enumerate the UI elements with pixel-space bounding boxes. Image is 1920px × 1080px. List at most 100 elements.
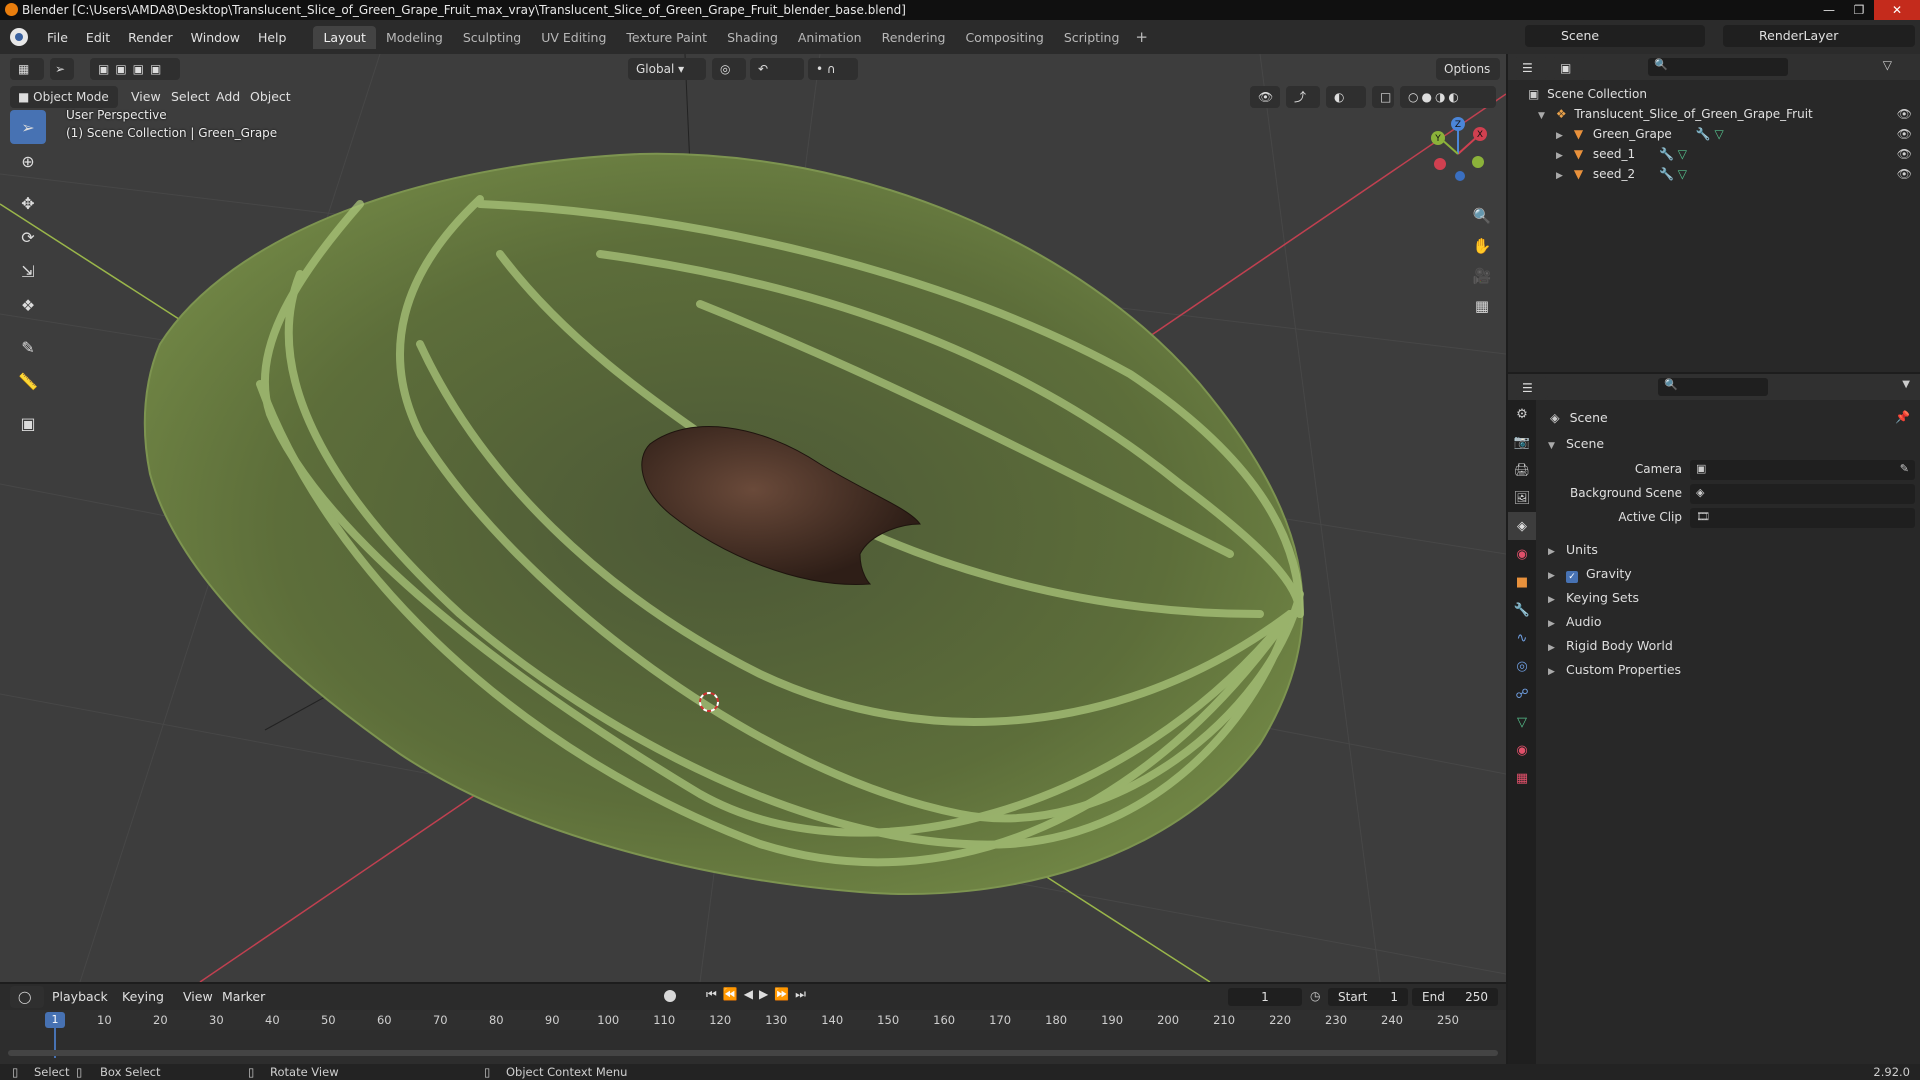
tab-sculpting[interactable]: Sculpting bbox=[453, 26, 531, 49]
outliner-search-field[interactable]: 🔍 bbox=[1648, 58, 1788, 76]
tab-rendering[interactable]: Rendering bbox=[872, 26, 956, 49]
add-workspace-icon[interactable]: + bbox=[1135, 28, 1148, 46]
outliner-row-collection[interactable]: ▼ ❖ Translucent_Slice_of_Green_Grape_Fru… bbox=[1508, 104, 1920, 124]
proportional-edit-button[interactable]: • ∩ bbox=[808, 58, 858, 80]
gravity-panel[interactable]: ▶ ✓ Gravity bbox=[1540, 562, 1920, 586]
tab-scripting[interactable]: Scripting bbox=[1054, 26, 1130, 49]
pivot-dropdown[interactable]: ◎ bbox=[712, 58, 746, 80]
cursor-tool-icon[interactable]: ⊕ bbox=[10, 144, 46, 178]
menu-playback[interactable]: Playback bbox=[52, 986, 108, 1008]
tab-modeling[interactable]: Modeling bbox=[376, 26, 453, 49]
scale-tool-icon[interactable]: ⇲ bbox=[10, 254, 46, 288]
output-tab-icon[interactable]: 🖨 bbox=[1508, 456, 1536, 484]
tab-compositing[interactable]: Compositing bbox=[955, 26, 1053, 49]
world-tab-icon[interactable]: ◉ bbox=[1508, 540, 1536, 568]
custom-properties-panel[interactable]: ▶ Custom Properties bbox=[1540, 658, 1920, 682]
annotate-tool-icon[interactable]: ✎ bbox=[10, 330, 46, 364]
object-tab-icon[interactable]: ■ bbox=[1508, 568, 1536, 596]
add-cube-tool-icon[interactable]: ▣ bbox=[10, 406, 46, 440]
menu-add[interactable]: Add bbox=[216, 86, 240, 108]
tab-animation[interactable]: Animation bbox=[788, 26, 872, 49]
blender-logo-icon[interactable] bbox=[10, 28, 28, 46]
outliner-row-seed-2[interactable]: ▶ ▼ seed_2 🔧 ▽ 👁 bbox=[1508, 164, 1920, 184]
shading-modes[interactable]: ○●◑◐ bbox=[1400, 86, 1496, 108]
playback-controls[interactable]: ⏮⏪◀▶⏩⏭ bbox=[706, 987, 812, 1002]
tool-settings-tab-icon[interactable]: ⚙ bbox=[1508, 400, 1536, 428]
active-clip-field[interactable]: 🎞 bbox=[1690, 508, 1915, 528]
tab-texture-paint[interactable]: Texture Paint bbox=[616, 26, 717, 49]
ortho-toggle-icon[interactable]: ▦ bbox=[1468, 292, 1496, 320]
xray-toggle[interactable]: □ bbox=[1372, 86, 1394, 108]
outliner-row-green-grape[interactable]: ▶ ▼ Green_Grape 🔧 ▽ 👁 bbox=[1508, 124, 1920, 144]
minimize-button[interactable]: — bbox=[1814, 0, 1844, 20]
outliner-row-scene-collection[interactable]: ▣ Scene Collection bbox=[1508, 84, 1920, 104]
frame-ruler[interactable]: 1102030405060708090100110120130140150160… bbox=[0, 1010, 1506, 1030]
view-layer-tab-icon[interactable]: 🖼 bbox=[1508, 484, 1536, 512]
current-frame-field[interactable]: 1 bbox=[1228, 988, 1302, 1006]
navigation-gizmo[interactable]: Z X Y bbox=[1418, 114, 1498, 194]
filter-icon[interactable]: ▽ bbox=[1883, 58, 1892, 72]
menu-edit[interactable]: Edit bbox=[77, 30, 119, 45]
editor-type-button[interactable]: ▦ bbox=[10, 58, 44, 80]
restore-button[interactable]: ❐ bbox=[1844, 0, 1874, 20]
playhead[interactable]: 1 bbox=[45, 1012, 65, 1028]
audio-panel[interactable]: ▶ Audio bbox=[1540, 610, 1920, 634]
tab-shading[interactable]: Shading bbox=[717, 26, 788, 49]
expand-chevron-icon[interactable]: ▶ bbox=[1556, 166, 1570, 186]
close-button[interactable]: ✕ bbox=[1874, 0, 1920, 20]
transform-tool-icon[interactable]: ❖ bbox=[10, 288, 46, 322]
start-frame-field[interactable]: Start 1 bbox=[1328, 988, 1408, 1006]
menu-select[interactable]: Select bbox=[171, 86, 210, 108]
pan-hand-icon[interactable]: ✋ bbox=[1468, 232, 1496, 260]
orientation-dropdown[interactable]: Global ▾ bbox=[628, 58, 706, 80]
modifier-tab-icon[interactable]: 🔧 bbox=[1508, 596, 1536, 624]
tab-uv-editing[interactable]: UV Editing bbox=[531, 26, 616, 49]
particles-tab-icon[interactable]: ∿ bbox=[1508, 624, 1536, 652]
tab-layout[interactable]: Layout bbox=[313, 25, 376, 49]
select-tool-icon[interactable]: ➢ bbox=[50, 58, 74, 80]
menu-view-timeline[interactable]: View bbox=[183, 986, 213, 1008]
mode-dropdown[interactable]: ■ Object Mode ▾ bbox=[10, 86, 118, 126]
menu-view[interactable]: View bbox=[131, 86, 161, 108]
overlays-toggle[interactable]: ◐ bbox=[1326, 86, 1366, 108]
expand-chevron-icon[interactable]: ▶ bbox=[1556, 146, 1570, 166]
menu-object[interactable]: Object bbox=[250, 86, 291, 108]
visibility-dropdown[interactable]: 👁 bbox=[1250, 86, 1280, 108]
outliner-row-seed-1[interactable]: ▶ ▼ seed_1 🔧 ▽ 👁 bbox=[1508, 144, 1920, 164]
data-tab-icon[interactable]: ▽ bbox=[1508, 708, 1536, 736]
rotate-tool-icon[interactable]: ⟳ bbox=[10, 220, 46, 254]
scene-panel-header[interactable]: ▼ Scene bbox=[1540, 432, 1920, 456]
expand-chevron-icon[interactable]: ▶ bbox=[1556, 126, 1570, 146]
render-tab-icon[interactable]: 📷 bbox=[1508, 428, 1536, 456]
eyedropper-icon[interactable]: ✎ bbox=[1900, 462, 1909, 475]
visibility-eye-icon[interactable]: 👁 bbox=[1897, 124, 1912, 144]
menu-marker[interactable]: Marker bbox=[222, 986, 265, 1008]
end-frame-field[interactable]: End 250 bbox=[1412, 988, 1498, 1006]
rigid-body-world-panel[interactable]: ▶ Rigid Body World bbox=[1540, 634, 1920, 658]
menu-keying[interactable]: Keying bbox=[122, 986, 164, 1008]
render-layer-selector[interactable]: RenderLayer bbox=[1723, 25, 1915, 47]
menu-window[interactable]: Window bbox=[182, 30, 249, 45]
background-scene-field[interactable]: ◈ bbox=[1690, 484, 1915, 504]
selection-mode-buttons[interactable]: ▣▣▣▣ bbox=[90, 58, 180, 80]
properties-search-field[interactable]: 🔍 bbox=[1658, 378, 1768, 396]
outliner-editor-type-button[interactable]: ☰ bbox=[1514, 57, 1548, 79]
menu-file[interactable]: File bbox=[38, 30, 77, 45]
visibility-eye-icon[interactable]: 👁 bbox=[1897, 164, 1912, 184]
3d-viewport[interactable]: ▦ ➢ ▣▣▣▣ Global ▾ ◎ ↶ • ∩ Options ▾ ■ Ob… bbox=[0, 54, 1506, 982]
visibility-eye-icon[interactable]: 👁 bbox=[1897, 144, 1912, 164]
select-box-tool-icon[interactable]: ➢ bbox=[10, 110, 46, 144]
record-icon[interactable] bbox=[664, 990, 676, 1002]
texture-tab-icon[interactable]: ▦ bbox=[1508, 764, 1536, 792]
scene-tab-icon[interactable]: ◈ bbox=[1508, 512, 1536, 540]
gizmo-toggle[interactable]: ⤴ bbox=[1286, 86, 1320, 108]
timeline-scrollbar[interactable] bbox=[8, 1050, 1498, 1056]
visibility-eye-icon[interactable]: 👁 bbox=[1897, 104, 1912, 124]
keying-sets-panel[interactable]: ▶ Keying Sets bbox=[1540, 586, 1920, 610]
pin-icon[interactable]: 📌 bbox=[1895, 410, 1910, 424]
clock-icon[interactable]: ◷ bbox=[1310, 989, 1320, 1003]
physics-tab-icon[interactable]: ◎ bbox=[1508, 652, 1536, 680]
menu-render[interactable]: Render bbox=[119, 30, 182, 45]
measure-tool-icon[interactable]: 📏 bbox=[10, 364, 46, 398]
scene-selector[interactable]: Scene bbox=[1525, 25, 1705, 47]
